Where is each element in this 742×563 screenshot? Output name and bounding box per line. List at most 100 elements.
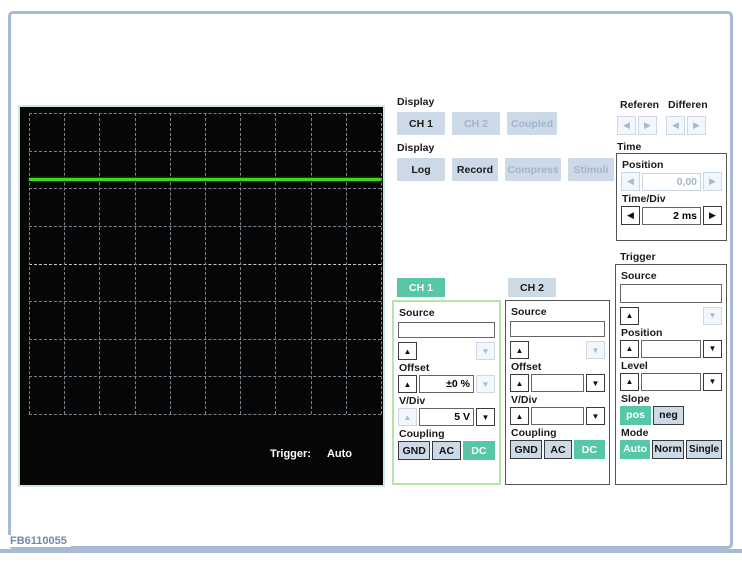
ch2-source-input[interactable] bbox=[510, 321, 605, 337]
reference-label: Referen bbox=[620, 99, 660, 111]
ch1-coupling-gnd-button[interactable]: GND bbox=[398, 441, 431, 460]
trigger-level-down-button[interactable]: ▼ bbox=[703, 372, 722, 391]
trigger-slope-label: Slope bbox=[621, 392, 650, 405]
ch2-offset-down-button[interactable]: ▼ bbox=[586, 374, 605, 392]
ch1-coupling-ac-button[interactable]: AC bbox=[432, 441, 461, 460]
ch2-offset-value bbox=[531, 374, 584, 392]
trigger-position-label: Position bbox=[621, 326, 663, 339]
trigger-level-label: Level bbox=[621, 359, 648, 372]
trigger-panel-title: Trigger bbox=[620, 251, 656, 263]
trigger-readout: Trigger: Auto bbox=[270, 448, 352, 460]
grid-line-vertical bbox=[275, 113, 277, 414]
ch2-offset-up-button[interactable]: ▲ bbox=[510, 374, 529, 392]
up-arrow-icon: ▲ bbox=[403, 379, 412, 389]
ch1-panel: Source ▲ ▼ Offset ▲ ±0 % ▼ V/Div ▲ 5 V ▼… bbox=[392, 300, 501, 485]
ch1-source-up-button[interactable]: ▲ bbox=[398, 342, 417, 360]
log-button[interactable]: Log bbox=[397, 158, 445, 181]
display-coupled-button: Coupled bbox=[507, 112, 557, 135]
right-arrow-icon: ▶ bbox=[644, 120, 651, 130]
ch1-source-down-button: ▼ bbox=[476, 342, 495, 360]
down-arrow-icon: ▼ bbox=[481, 346, 490, 356]
trigger-readout-value: Auto bbox=[326, 448, 352, 460]
ch1-vdiv-down-button[interactable]: ▼ bbox=[476, 408, 495, 426]
difference-next-button: ▶ bbox=[687, 116, 706, 135]
trigger-mode-norm-button[interactable]: Norm bbox=[652, 439, 685, 459]
ch1-vdiv-value: 5 V bbox=[419, 408, 474, 426]
trigger-level-value bbox=[641, 372, 701, 391]
trigger-slope-neg-button[interactable]: neg bbox=[653, 405, 684, 425]
left-arrow-icon: ◀ bbox=[627, 210, 634, 220]
trigger-position-value bbox=[641, 339, 701, 358]
display-channel-title: Display bbox=[397, 96, 435, 108]
ch2-coupling-dc-button[interactable]: DC bbox=[573, 440, 605, 459]
trigger-panel: Source ▲ ▼ Position ▲ ▼ Level ▲ ▼ Slope … bbox=[615, 264, 727, 485]
trigger-level-up-button[interactable]: ▲ bbox=[620, 372, 639, 391]
ch1-source-input[interactable] bbox=[398, 322, 495, 338]
trigger-source-down-button: ▼ bbox=[703, 306, 722, 325]
up-arrow-icon: ▲ bbox=[625, 311, 634, 320]
trigger-slope-pos-button[interactable]: pos bbox=[620, 405, 651, 425]
display-mode-title: Display bbox=[397, 142, 435, 154]
ch2-coupling-gnd-button[interactable]: GND bbox=[510, 440, 543, 459]
ch2-source-up-button[interactable]: ▲ bbox=[510, 341, 529, 359]
difference-prev-button: ◀ bbox=[666, 116, 685, 135]
down-arrow-icon: ▼ bbox=[481, 379, 490, 389]
down-arrow-icon: ▼ bbox=[708, 377, 717, 386]
grid-line-horizontal bbox=[29, 414, 381, 415]
up-arrow-icon: ▲ bbox=[403, 412, 412, 422]
right-arrow-icon: ▶ bbox=[709, 210, 716, 220]
ch1-coupling-dc-button[interactable]: DC bbox=[462, 441, 495, 460]
scope-grid bbox=[29, 113, 382, 415]
ch1-trace bbox=[29, 178, 381, 181]
time-div-value: 2 ms bbox=[642, 206, 701, 225]
grid-line-vertical bbox=[240, 113, 242, 414]
stimuli-button: Stimuli bbox=[568, 158, 614, 181]
ch2-vdiv-value bbox=[531, 407, 584, 425]
grid-line-vertical bbox=[29, 113, 30, 414]
grid-line-vertical bbox=[310, 113, 312, 414]
grid-line-vertical bbox=[64, 113, 66, 414]
time-panel-title: Time bbox=[617, 141, 642, 153]
trigger-mode-single-button[interactable]: Single bbox=[686, 439, 722, 459]
reference-next-button: ▶ bbox=[638, 116, 657, 135]
up-arrow-icon: ▲ bbox=[515, 411, 524, 421]
ch2-source-label: Source bbox=[511, 306, 547, 318]
ch2-panel: Source ▲ ▼ Offset ▲ ▼ V/Div ▲ ▼ Coupling… bbox=[505, 300, 610, 485]
trigger-source-label: Source bbox=[621, 270, 657, 282]
trigger-source-input[interactable] bbox=[620, 283, 722, 303]
down-arrow-icon: ▼ bbox=[708, 344, 717, 353]
ch2-vdiv-up-button[interactable]: ▲ bbox=[510, 407, 529, 425]
left-arrow-icon: ◀ bbox=[623, 120, 630, 130]
compress-button: Compress bbox=[505, 158, 561, 181]
grid-line-vertical bbox=[99, 113, 101, 414]
grid-line-vertical bbox=[381, 113, 382, 414]
down-arrow-icon: ▼ bbox=[591, 345, 600, 355]
grid-line-vertical bbox=[134, 113, 136, 414]
ch1-tab[interactable]: CH 1 bbox=[397, 278, 445, 297]
up-arrow-icon: ▲ bbox=[625, 344, 634, 353]
up-arrow-icon: ▲ bbox=[403, 346, 412, 356]
trigger-source-up-button[interactable]: ▲ bbox=[620, 306, 639, 325]
ch2-coupling-label: Coupling bbox=[511, 427, 557, 439]
right-arrow-icon: ▶ bbox=[709, 176, 716, 186]
trigger-position-down-button[interactable]: ▼ bbox=[703, 339, 722, 358]
time-position-decrement-button: ◀ bbox=[621, 172, 640, 191]
ch1-offset-up-button[interactable]: ▲ bbox=[398, 375, 417, 393]
ch2-vdiv-down-button[interactable]: ▼ bbox=[586, 407, 605, 425]
record-button[interactable]: Record bbox=[452, 158, 498, 181]
ch2-tab[interactable]: CH 2 bbox=[508, 278, 556, 297]
trigger-mode-label: Mode bbox=[621, 426, 649, 439]
display-ch1-button[interactable]: CH 1 bbox=[397, 112, 445, 135]
ch2-coupling-ac-button[interactable]: AC bbox=[544, 440, 572, 459]
scope-display: Trigger: Auto bbox=[18, 105, 385, 487]
bottom-divider bbox=[0, 549, 742, 553]
down-arrow-icon: ▼ bbox=[708, 311, 717, 320]
ch1-source-label: Source bbox=[399, 307, 435, 319]
left-arrow-icon: ◀ bbox=[627, 176, 634, 186]
device-id-label: FB6110055 bbox=[6, 535, 71, 547]
trigger-position-up-button[interactable]: ▲ bbox=[620, 339, 639, 358]
ch2-vdiv-label: V/Div bbox=[511, 394, 538, 406]
time-div-increment-button[interactable]: ▶ bbox=[703, 206, 722, 225]
trigger-mode-auto-button[interactable]: Auto bbox=[620, 439, 651, 459]
time-div-decrement-button[interactable]: ◀ bbox=[621, 206, 640, 225]
